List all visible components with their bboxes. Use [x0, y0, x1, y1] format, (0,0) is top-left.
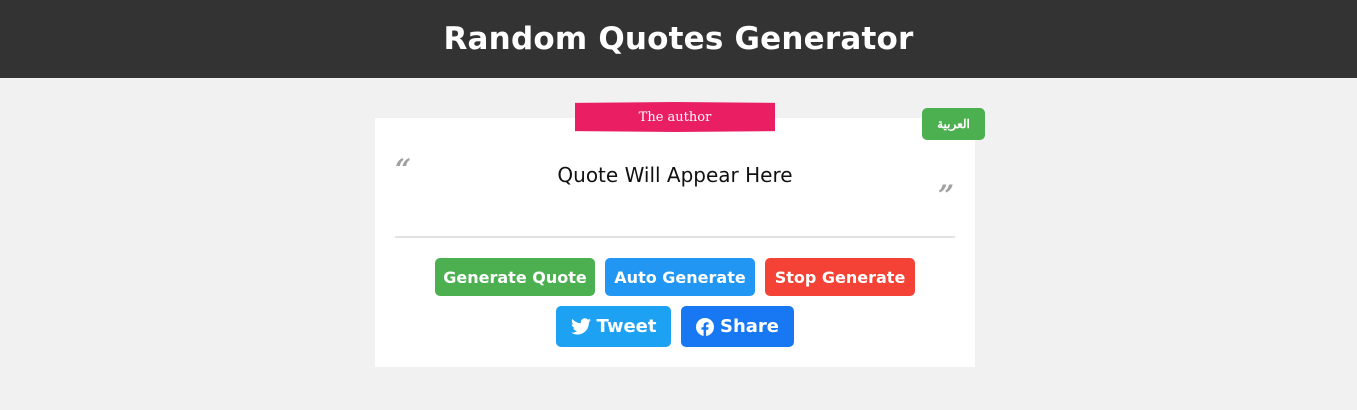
share-label: Share	[719, 316, 779, 337]
language-toggle-button[interactable]: العربية	[922, 108, 985, 140]
divider	[395, 236, 955, 238]
share-button[interactable]: Share	[681, 306, 794, 347]
tweet-button[interactable]: Tweet	[556, 306, 671, 347]
close-quote-icon: ”	[938, 179, 955, 212]
auto-generate-button[interactable]: Auto Generate	[605, 258, 755, 296]
quote-card	[375, 118, 975, 367]
generate-quote-button[interactable]: Generate Quote	[435, 258, 595, 296]
tweet-label: Tweet	[596, 316, 657, 337]
stop-generate-button[interactable]: Stop Generate	[765, 258, 915, 296]
author-label: The author	[575, 102, 775, 132]
page-header: Random Quotes Generator	[0, 0, 1357, 78]
facebook-icon	[695, 317, 714, 336]
quote-text: Quote Will Appear Here	[557, 163, 793, 187]
page-title: Random Quotes Generator	[443, 21, 914, 57]
twitter-icon	[570, 318, 591, 335]
